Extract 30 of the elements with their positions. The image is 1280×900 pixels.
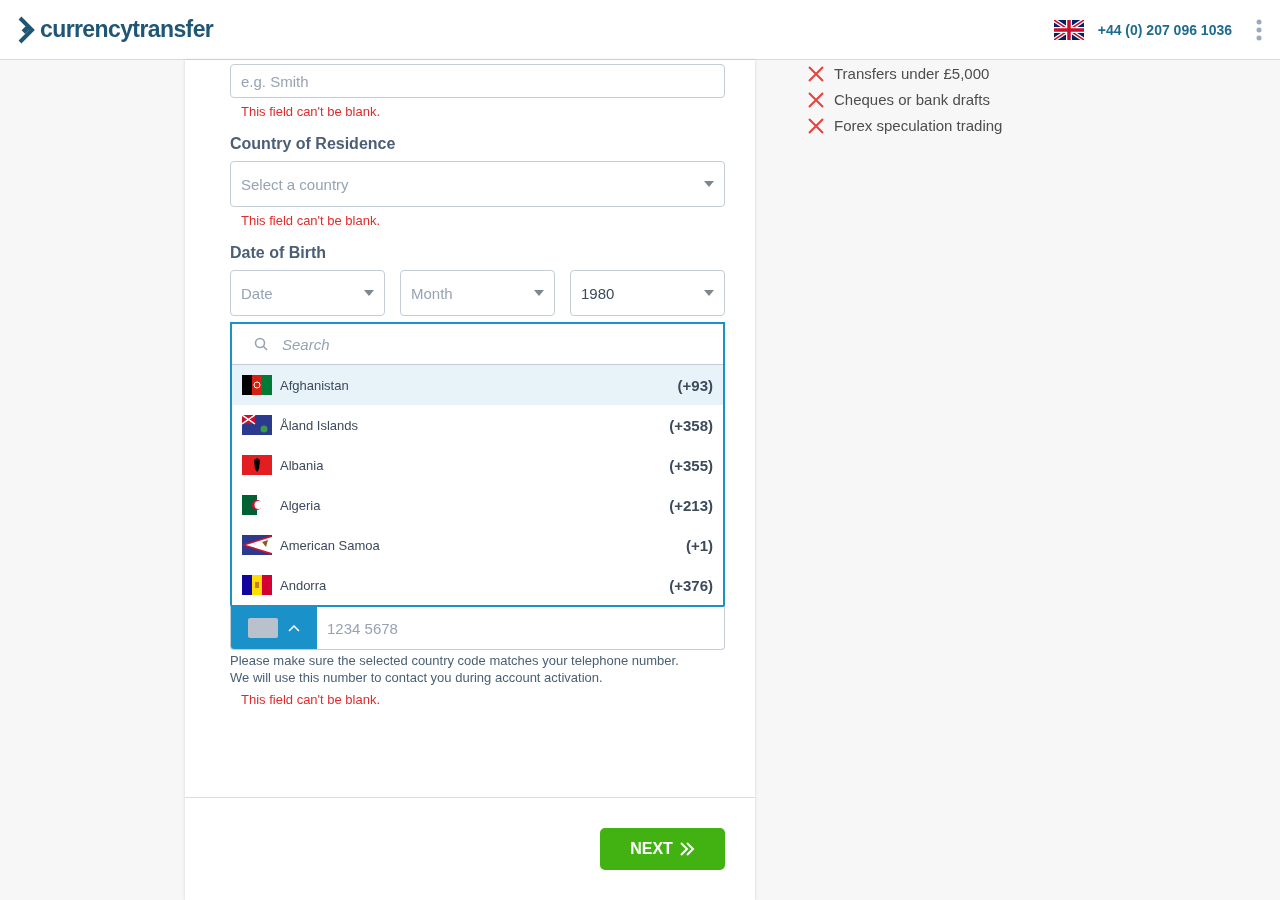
cross-icon [808, 117, 824, 134]
search-icon [254, 337, 268, 351]
logo-icon [18, 15, 36, 44]
caret-icon [704, 181, 714, 187]
caret-icon [704, 290, 714, 296]
field-label: Country of Residence [230, 135, 397, 153]
cross-icon [808, 91, 824, 108]
more-icon[interactable] [1256, 18, 1262, 41]
flag-icon [242, 575, 272, 595]
flag-icon [242, 455, 272, 475]
caret-icon [534, 290, 544, 296]
select-field[interactable]: 1980 [570, 270, 725, 316]
exclusion-text: Forex speculation trading [834, 117, 1003, 134]
error-message: This field can't be blank. [240, 212, 382, 228]
country-option[interactable]: Afghanistan (+93) [232, 365, 723, 405]
field-label: Date of Birth [230, 244, 327, 262]
exclusion-text: Transfers under £5,000 [834, 65, 990, 82]
logo-text[interactable]: currencytransfer [40, 16, 214, 43]
error-message: This field can't be blank. [240, 691, 382, 707]
error-message: This field can't be blank. [240, 103, 382, 119]
flag-icon [242, 415, 272, 435]
caret-icon [364, 290, 374, 296]
flag-icon [242, 535, 272, 555]
phone-link[interactable]: +44 (0) 207 096 1036 [1097, 21, 1232, 38]
cross-icon [808, 65, 824, 82]
flag-icon [242, 375, 272, 395]
flag-icon [1053, 19, 1084, 40]
hint-text: Please make sure the selected country code matches your telephone number. We will use this number to contact you during account activation. [230, 652, 680, 686]
exclusion-text: Cheques or bank drafts [834, 91, 990, 108]
double-chevron-icon [678, 842, 695, 856]
